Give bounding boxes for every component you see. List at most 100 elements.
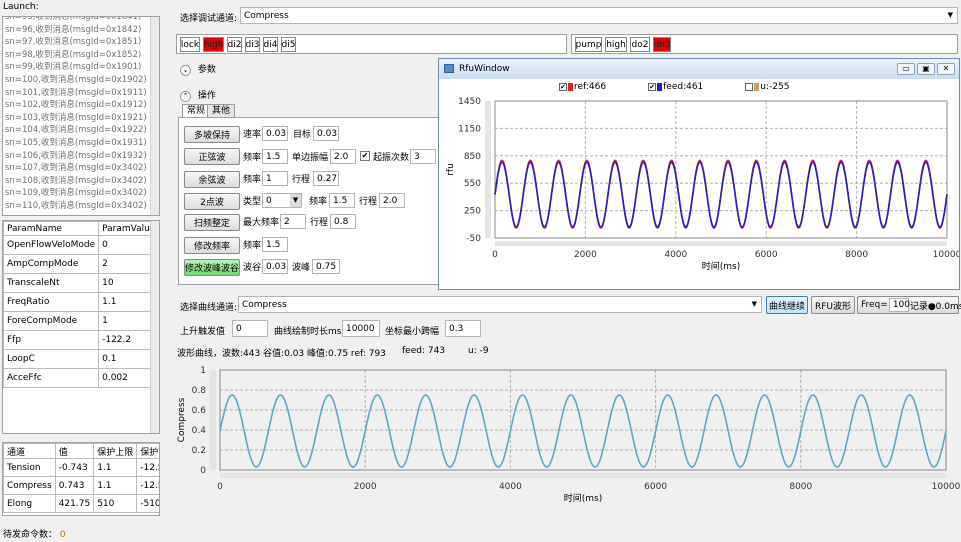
param-name-cell: OpenFlowVeloMode (3, 235, 100, 255)
channel-cell: 421.75 (54, 494, 95, 513)
x-tick-label: 8000 (789, 482, 812, 492)
log-line: sn=109,收到消息(msgId=0x3402) (5, 188, 147, 199)
param-table-header: ParamName ParamValue (3, 221, 159, 236)
square-freq-input[interactable]: 1.5 (329, 193, 355, 208)
table-row[interactable]: FreqRatio 1.1 (3, 292, 159, 312)
rise-trigger-input[interactable]: 0 (232, 320, 268, 337)
sine-button[interactable]: 正弦波 (184, 148, 240, 165)
log-line: sn=103,收到消息(msgId=0x1921) (5, 112, 147, 123)
type-select[interactable]: 0 ▼ (262, 193, 302, 208)
table-row[interactable]: LoopC 0.1 (3, 349, 159, 369)
minimize-icon[interactable]: ▭ (897, 63, 915, 75)
cos-button[interactable]: 余弦波 (184, 171, 240, 188)
table-row[interactable]: Tension-0.7431.1-12.5 (3, 458, 159, 477)
target-input[interactable]: 0.03 (313, 126, 339, 141)
modify-wave-button[interactable]: 修改波峰波谷 (184, 259, 240, 276)
series-line-compress (219, 394, 947, 468)
pending-commands-label: 待发命令数： 0 (3, 527, 66, 540)
table-row[interactable]: OpenFlowVeloMode 0 (3, 235, 159, 255)
param-table-scrollbar[interactable] (150, 221, 159, 433)
chart-scrollbar-v[interactable] (210, 370, 216, 470)
peak-input[interactable]: 0.75 (312, 259, 340, 274)
tab-other[interactable]: 其他 (207, 104, 236, 117)
modify-freq-input[interactable]: 1.5 (262, 237, 288, 252)
x-tick-label: 2000 (354, 482, 377, 492)
flag-high[interactable]: high (605, 37, 627, 52)
launch-log-scrollbar[interactable] (150, 17, 159, 215)
channel-cell: -510 (136, 494, 159, 513)
debug-channel-select[interactable]: Compress ▼ (240, 7, 958, 24)
sine-amp-input[interactable]: 2.0 (330, 149, 356, 164)
flag-do3[interactable]: do3 (653, 37, 671, 52)
slope-input[interactable]: 0.03 (262, 126, 288, 141)
max-freq-input[interactable]: 2 (280, 214, 306, 229)
channel-cell: Elong (3, 494, 56, 513)
param-table-panel: ParamName ParamValue OpenFlowVeloMode 0 Am… (2, 220, 160, 434)
sine-freq-input[interactable]: 1.5 (262, 149, 288, 164)
channel-header-1: 值 (54, 443, 95, 459)
flag-lock[interactable]: lock (180, 37, 200, 52)
table-row[interactable]: AcceFfc 0.002 (3, 368, 159, 388)
flag-di3[interactable]: di3 (245, 37, 260, 52)
peak-label: 波峰 (292, 263, 311, 273)
duration-input[interactable]: 10000 (342, 320, 380, 337)
y-tick-label: 0.2 (192, 446, 206, 456)
x-tick-label: 6000 (755, 250, 778, 260)
chart-scrollbar-h[interactable] (495, 241, 947, 246)
curve-continue-button[interactable]: 曲线继续 (766, 296, 808, 314)
valley-input[interactable]: 0.03 (262, 259, 288, 274)
pending-label: 待发命令数： (3, 530, 58, 540)
table-row[interactable]: TranscaleNt 10 (3, 273, 159, 293)
chart-scrollbar-v[interactable] (485, 101, 491, 238)
cos-freq-input[interactable]: 1 (262, 171, 288, 186)
cos-amp-input[interactable]: 0.27 (313, 171, 339, 186)
launch-log-list: sn=95,收到消息(msgId=0x1841) sn=96,收到消息(msgId… (5, 17, 147, 213)
chart-scrollbar-h[interactable] (220, 473, 946, 478)
param-name-cell: Ffp (3, 330, 100, 350)
log-line: sn=104,收到消息(msgId=0x1922) (5, 125, 147, 136)
table-row[interactable]: Elong 421.75 510 -510 (3, 494, 159, 513)
flag-pump[interactable]: pump (575, 37, 602, 52)
curve-channel-select[interactable]: Compress ▼ (238, 296, 762, 313)
y-axis-title: rfu (446, 163, 456, 176)
ops-section-toggle[interactable]: ⌃ 操作 (180, 88, 216, 102)
hold-button[interactable]: 多坡保持 (184, 126, 240, 143)
compress-chart: 1 0.8 0.6 0.4 0.2 0 0 2000 4000 6000 8000 10000 时间(m… (177, 366, 960, 504)
flag-do2[interactable]: do2 (630, 37, 650, 52)
table-row[interactable]: AmpCompMode 2 (3, 254, 159, 274)
flag-di2[interactable]: di2 (227, 37, 242, 52)
square-button[interactable]: 2点波 (184, 193, 240, 210)
channel-cell: 510 (93, 494, 138, 513)
modify-freq-button[interactable]: 修改频率 (184, 237, 240, 254)
flag-high[interactable]: high (203, 37, 224, 52)
x-tick-label: 0 (492, 250, 498, 260)
rfu-wave-button[interactable]: RFU波形 (811, 296, 855, 314)
flag-di5[interactable]: di5 (281, 37, 296, 52)
channel-cell: 1.1 (93, 476, 138, 495)
sweep-amp-input[interactable]: 0.8 (330, 214, 356, 229)
log-line: sn=105,收到消息(msgId=0x1931) (5, 137, 147, 148)
x-tick-label: 10000 (933, 250, 959, 260)
tab-general[interactable]: 常规 (182, 104, 211, 117)
x-tick-label: 0 (217, 482, 223, 492)
flag-di4[interactable]: di4 (263, 37, 278, 52)
series-line-feed (494, 161, 948, 228)
table-row[interactable]: Compress0.7431.1-12.5 (3, 476, 159, 495)
maximize-icon[interactable]: ▣ (917, 63, 935, 75)
close-icon[interactable]: ✕ (937, 63, 955, 75)
table-row[interactable]: Ffp -122.2 (3, 330, 159, 350)
minor-span-input[interactable]: 0.3 (445, 320, 481, 337)
cos-freq-label: 频率 (243, 175, 262, 185)
log-line: sn=107,收到消息(msgId=0x3402) (5, 163, 147, 174)
param-header-name: ParamName (3, 221, 100, 236)
sweep-button[interactable]: 扫频整定 (184, 214, 240, 231)
launch-log[interactable]: sn=95,收到消息(msgId=0x1841) sn=96,收到消息(msgId… (2, 16, 160, 216)
count-checkbox[interactable]: ✔ (360, 151, 370, 161)
params-section-toggle[interactable]: ⌄ 参数 (180, 62, 216, 76)
table-row[interactable]: ForeCompMode 1 (3, 311, 159, 331)
square-amp-input[interactable]: 2.0 (379, 193, 405, 208)
rfu-window-titlebar[interactable]: RfuWindow ▭ ▣ ✕ (439, 59, 959, 79)
count-input[interactable]: 3 (410, 149, 436, 164)
freq-input[interactable]: 100 (888, 298, 910, 312)
channel-header-0: 通道 (3, 443, 56, 459)
